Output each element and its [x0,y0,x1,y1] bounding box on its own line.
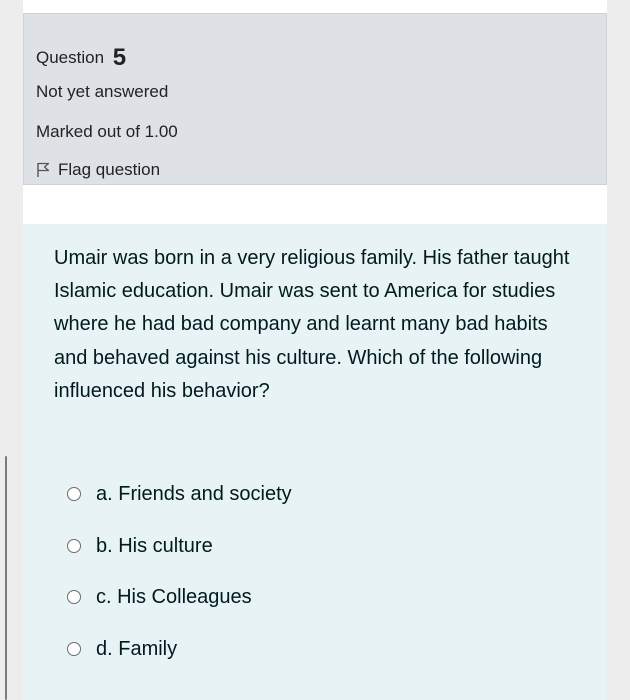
answer-status: Not yet answered [36,82,169,101]
radio-unchecked-icon[interactable] [67,642,81,656]
question-heading-label: Question [36,48,105,67]
radio-unchecked-icon[interactable] [67,590,81,604]
question-number: 5 [112,44,127,71]
flag-outline-icon [36,162,58,178]
content-column: Question 5 Not yet answered Marked out o… [23,0,607,700]
answer-option-label: a. Friends and society [96,482,292,505]
answer-option-d[interactable]: d. Family [67,634,177,664]
answer-option-a[interactable]: a. Friends and society [67,479,292,509]
answer-option-c[interactable]: c. His Colleagues [67,582,252,612]
flag-question-label: Flag question [58,160,161,179]
question-info-panel: Question 5 Not yet answered Marked out o… [23,13,607,185]
radio-unchecked-icon[interactable] [67,487,81,501]
radio-unchecked-icon[interactable] [67,539,81,553]
question-heading: Question 5 [36,42,127,71]
answer-option-label: d. Family [96,637,178,660]
marks-info: Marked out of 1.00 [36,122,178,141]
question-text: Umair was born in a very religious famil… [54,247,570,402]
answer-option-b[interactable]: b. His culture [67,531,213,561]
flag-question-link[interactable]: Flag question [36,160,160,180]
answer-option-label: b. His culture [96,534,213,557]
answer-option-label: c. His Colleagues [96,585,252,608]
scrollbar[interactable] [5,456,7,700]
question-content-panel: Umair was born in a very religious famil… [23,224,607,700]
quiz-page: Question 5 Not yet answered Marked out o… [0,0,630,700]
